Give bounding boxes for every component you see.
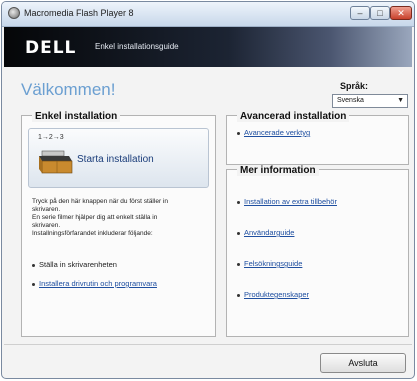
header-subtitle: Enkel installationsguide [95, 42, 179, 51]
bullet-icon [237, 262, 240, 266]
bullet-icon [237, 231, 240, 235]
start-installation-label: Starta installation [77, 154, 154, 165]
troubleshooting-link[interactable]: Felsökningsguide [244, 259, 302, 268]
product-features-link[interactable]: Produktegenskaper [244, 290, 309, 299]
list-item: Ställa in skrivarenheten [32, 260, 117, 269]
flash-player-icon [8, 7, 20, 19]
dell-logo: DELL [25, 38, 77, 58]
list-item: Produktegenskaper [237, 290, 309, 299]
language-label: Språk: [340, 81, 369, 91]
list-item: Installation av extra tillbehör [237, 197, 337, 206]
maximize-button[interactable]: □ [370, 6, 390, 20]
easy-install-panel: Enkel installation 1→2→3 Starta installa… [21, 111, 216, 337]
start-installation-button[interactable]: 1→2→3 Starta installation [28, 128, 209, 188]
description-line: skrivaren. [32, 222, 61, 229]
extra-accessories-link[interactable]: Installation av extra tillbehör [244, 197, 337, 206]
welcome-heading: Välkommen! [21, 80, 116, 99]
install-description: Tryck på den här knappen när du först st… [32, 198, 212, 238]
language-select[interactable]: Svenska ▼ [332, 94, 408, 108]
close-button[interactable]: ✕ [390, 6, 412, 20]
setup-printer-item: Ställa in skrivarenheten [39, 260, 117, 269]
advanced-install-title: Avancerad installation [237, 111, 350, 122]
advanced-tools-link[interactable]: Avancerade verktyg [244, 128, 310, 137]
exit-button[interactable]: Avsluta [320, 353, 406, 373]
chevron-down-icon[interactable]: ▼ [397, 97, 404, 104]
bullet-icon [237, 293, 240, 297]
minimize-button[interactable]: – [350, 6, 370, 20]
installer-window: Macromedia Flash Player 8 – □ ✕ DELL Enk… [1, 1, 415, 379]
footer-divider [4, 344, 412, 345]
printer-box-icon [39, 150, 73, 174]
window-title: Macromedia Flash Player 8 [24, 8, 134, 18]
list-item: Installera drivrutin och programvara [32, 279, 157, 288]
description-line: Installningsförfarandet inkluderar följa… [32, 230, 153, 237]
description-line: skrivaren. [32, 206, 61, 213]
bullet-icon [32, 282, 35, 286]
list-item: Felsökningsguide [237, 259, 302, 268]
description-line: En serie filmer hjälper dig att enkelt s… [32, 214, 158, 221]
description-line: Tryck på den här knappen när du först st… [32, 198, 168, 205]
bullet-icon [237, 131, 240, 135]
language-value: Svenska [337, 97, 364, 104]
title-bar[interactable]: Macromedia Flash Player 8 – □ ✕ [2, 2, 414, 27]
more-info-title: Mer information [237, 165, 319, 176]
user-guide-link[interactable]: Användarguide [244, 228, 294, 237]
steps-indicator: 1→2→3 [38, 134, 64, 141]
more-info-panel: Mer information Installation av extra ti… [226, 165, 409, 337]
list-item: Användarguide [237, 228, 294, 237]
bullet-icon [32, 263, 35, 267]
bullet-icon [237, 200, 240, 204]
list-item: Avancerade verktyg [237, 128, 310, 137]
easy-install-title: Enkel installation [32, 111, 121, 122]
advanced-install-panel: Avancerad installation Avancerade verkty… [226, 111, 409, 165]
dell-header-banner: DELL Enkel installationsguide [4, 27, 412, 67]
install-driver-link[interactable]: Installera drivrutin och programvara [39, 279, 157, 288]
